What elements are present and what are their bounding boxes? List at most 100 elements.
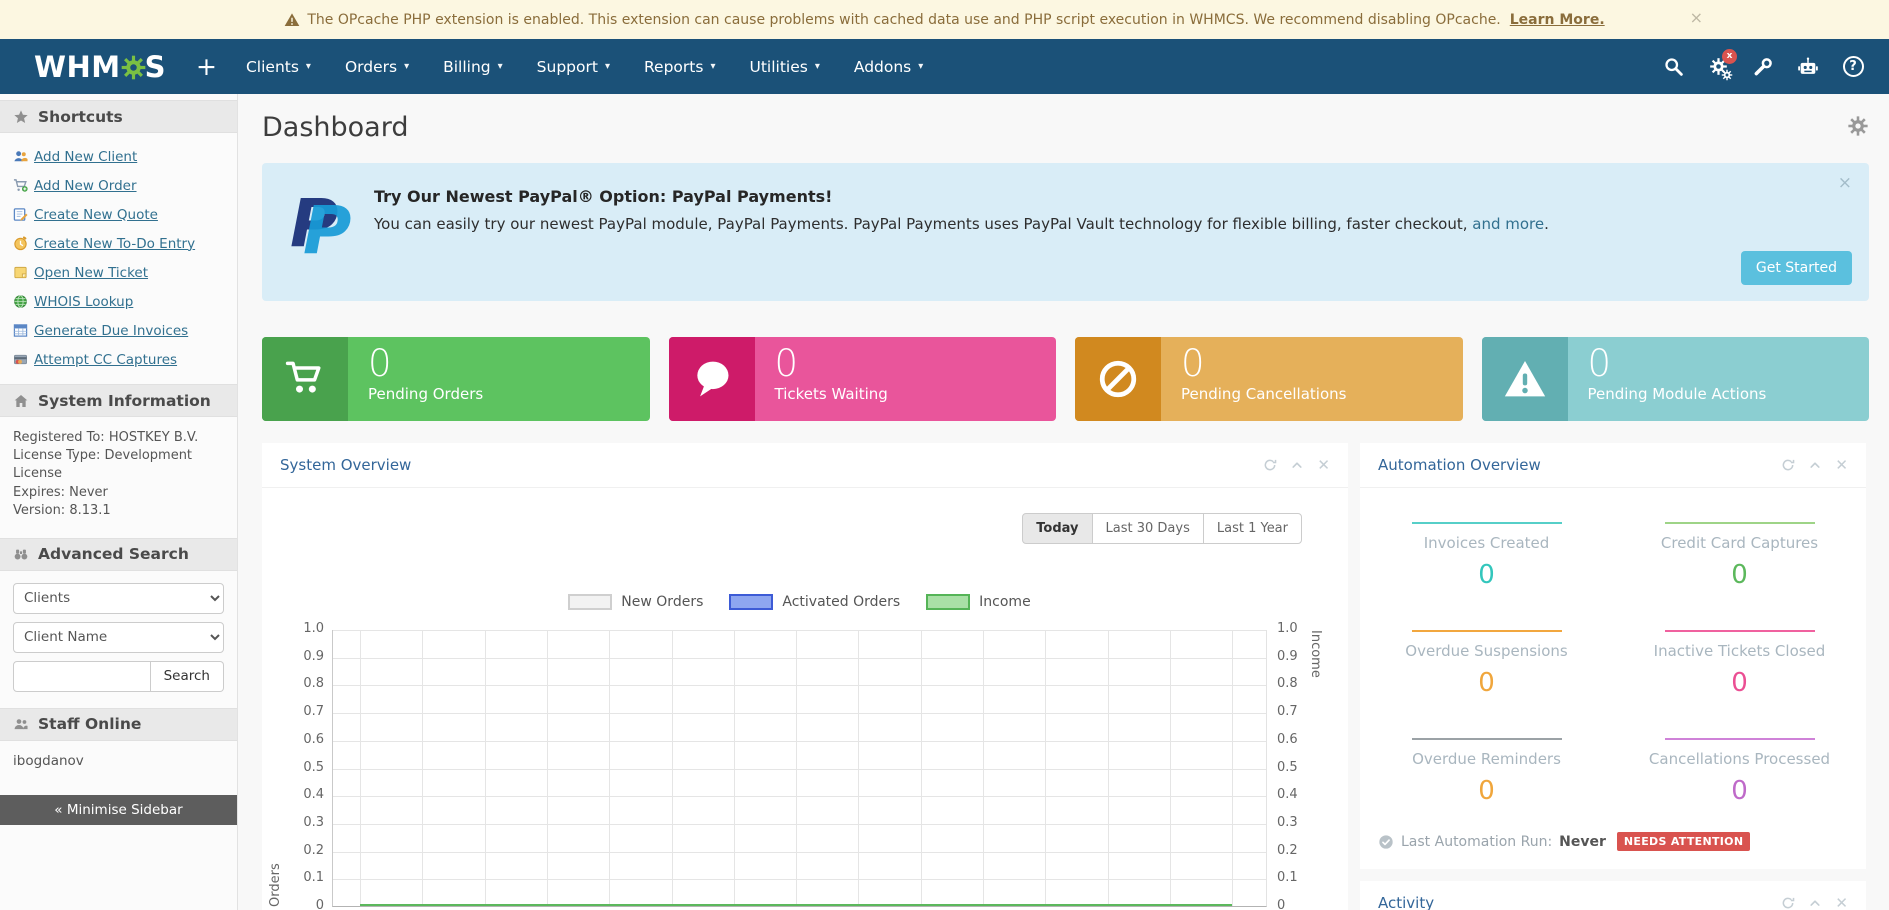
- y-axis-tick-left: 0.8: [282, 676, 324, 691]
- metric-divider: [1412, 738, 1562, 740]
- search-icon[interactable]: [1661, 55, 1685, 79]
- shortcut-add-new-client[interactable]: Add New Client: [13, 142, 224, 171]
- caret-down-icon: ▾: [605, 61, 610, 72]
- shortcut-attempt-cc-captures[interactable]: Attempt CC Captures: [13, 345, 224, 374]
- needs-attention-badge[interactable]: NEEDS ATTENTION: [1617, 832, 1750, 851]
- help-icon[interactable]: ?: [1841, 55, 1865, 79]
- system-overview-body: TodayLast 30 DaysLast 1 Year New OrdersA…: [262, 488, 1348, 910]
- y-axis-tick-left: 0: [282, 898, 324, 910]
- close-icon[interactable]: ✕: [1835, 458, 1848, 473]
- shortcut-whois-lookup[interactable]: WHOIS Lookup: [13, 287, 224, 316]
- shortcuts-header: Shortcuts: [0, 100, 237, 133]
- wrench-icon[interactable]: [1751, 55, 1775, 79]
- shortcut-create-new-todo[interactable]: Create New To-Do Entry: [13, 229, 224, 258]
- search-field-select[interactable]: Client Name: [13, 622, 224, 653]
- close-icon[interactable]: ✕: [1317, 458, 1330, 473]
- menu-addons[interactable]: Addons▾: [837, 39, 940, 94]
- whmcs-logo[interactable]: WHM S: [34, 50, 166, 84]
- y-axis-tick-right: 0.3: [1277, 815, 1319, 830]
- paypal-banner-close-icon[interactable]: ×: [1838, 175, 1852, 192]
- refresh-icon[interactable]: [1263, 458, 1277, 472]
- chart-gridline: [333, 658, 1266, 659]
- stat-pending-cancellations[interactable]: 0 Pending Cancellations: [1075, 337, 1463, 421]
- chart-gridline: [333, 796, 1266, 797]
- advanced-search-body: Clients Client Name Search: [0, 571, 237, 702]
- menu-billing[interactable]: Billing▾: [426, 39, 520, 94]
- y-axis-tick-right: 0.6: [1277, 732, 1319, 747]
- collapse-icon[interactable]: [1808, 458, 1822, 472]
- metric-divider: [1412, 630, 1562, 632]
- legend-swatch-icon: [729, 594, 773, 610]
- menu-utilities[interactable]: Utilities▾: [732, 39, 836, 94]
- y-axis-tick-right: 0.8: [1277, 676, 1319, 691]
- whmcs-admin-screen: The OPcache PHP extension is enabled. Th…: [0, 0, 1889, 910]
- metric-inactive-tickets-closed: Inactive Tickets Closed 0: [1615, 630, 1865, 698]
- range-button-last-1-year[interactable]: Last 1 Year: [1203, 513, 1302, 544]
- menu-orders[interactable]: Orders▾: [328, 39, 426, 94]
- banner-close-icon[interactable]: ×: [1690, 10, 1703, 26]
- chart-gridline: [672, 630, 673, 906]
- y-axis-tick-right: 0.2: [1277, 843, 1319, 858]
- automation-robot-icon[interactable]: [1796, 55, 1820, 79]
- main-menu: Clients▾ Orders▾ Billing▾ Support▾ Repor…: [229, 39, 940, 94]
- whmcs-version: Version: 8.13.1: [13, 502, 224, 520]
- whois-lookup-icon: [13, 294, 28, 309]
- advanced-search-input[interactable]: [13, 661, 151, 692]
- metric-divider: [1412, 522, 1562, 524]
- range-button-last-30-days[interactable]: Last 30 Days: [1092, 513, 1204, 544]
- metric-divider: [1665, 630, 1815, 632]
- collapse-icon[interactable]: [1808, 896, 1822, 910]
- system-settings-gears-icon[interactable]: x: [1706, 55, 1730, 79]
- shortcut-open-new-ticket[interactable]: Open New Ticket: [13, 258, 224, 287]
- chart-gridline: [858, 630, 859, 906]
- quick-add-button[interactable]: +: [196, 54, 217, 79]
- close-icon[interactable]: ✕: [1835, 896, 1848, 910]
- collapse-icon[interactable]: [1290, 458, 1304, 472]
- caret-down-icon: ▾: [404, 61, 409, 72]
- stat-pending-module-actions[interactable]: 0 Pending Module Actions: [1482, 337, 1870, 421]
- home-icon: [13, 393, 29, 409]
- chart-gridline: [333, 879, 1266, 880]
- top-navbar: WHM S + Clients▾ Orders▾ Billing▾ Suppor…: [0, 39, 1889, 94]
- opcache-warning-banner: The OPcache PHP extension is enabled. Th…: [0, 0, 1889, 39]
- add-new-order-icon: [13, 178, 28, 193]
- paypal-logo: PP: [290, 185, 360, 275]
- paypal-banner-title: Try Our Newest PayPal® Option: PayPal Pa…: [374, 187, 1849, 206]
- y-axis-tick-left: 0.2: [282, 843, 324, 858]
- refresh-icon[interactable]: [1781, 896, 1795, 910]
- shortcut-create-new-quote[interactable]: Create New Quote: [13, 200, 224, 229]
- activity-title: Activity: [1378, 894, 1434, 910]
- search-type-select[interactable]: Clients: [13, 583, 224, 614]
- comment-icon: [669, 337, 755, 421]
- menu-support[interactable]: Support▾: [520, 39, 627, 94]
- stat-label: Pending Module Actions: [1588, 385, 1767, 403]
- chart-gridline: [1232, 630, 1233, 906]
- menu-reports[interactable]: Reports▾: [627, 39, 733, 94]
- shortcut-generate-due-invoices[interactable]: Generate Due Invoices: [13, 316, 224, 345]
- star-icon: [13, 109, 29, 125]
- y-axis-tick-left: 0.4: [282, 787, 324, 802]
- stat-pending-orders[interactable]: 0 Pending Orders: [262, 337, 650, 421]
- and-more-link[interactable]: and more: [1472, 215, 1544, 233]
- learn-more-link[interactable]: Learn More.: [1510, 12, 1605, 28]
- add-new-client-icon: [13, 149, 28, 164]
- registered-to: Registered To: HOSTKEY B.V.: [13, 429, 224, 447]
- minimise-sidebar-button[interactable]: « Minimise Sidebar: [0, 795, 237, 825]
- refresh-icon[interactable]: [1781, 458, 1795, 472]
- chart-gridline: [1170, 630, 1171, 906]
- cart-icon: [262, 337, 348, 421]
- paypal-banner-body: You can easily try our newest PayPal mod…: [374, 215, 1849, 233]
- banner-text: The OPcache PHP extension is enabled. Th…: [307, 12, 1500, 28]
- advanced-search-button[interactable]: Search: [151, 661, 224, 692]
- automation-overview-panel: Automation Overview ✕ Invoices Created: [1360, 443, 1866, 869]
- dashboard-settings-gear-icon[interactable]: [1847, 115, 1869, 141]
- range-button-today[interactable]: Today: [1022, 513, 1092, 544]
- y-axis-tick-right: 0.7: [1277, 704, 1319, 719]
- shortcut-add-new-order[interactable]: Add New Order: [13, 171, 224, 200]
- get-started-button[interactable]: Get Started: [1741, 251, 1852, 285]
- chart-gridline: [333, 685, 1266, 686]
- page-title: Dashboard: [262, 112, 408, 143]
- stat-tickets-waiting[interactable]: 0 Tickets Waiting: [669, 337, 1057, 421]
- metric-cancellations-processed: Cancellations Processed 0: [1615, 738, 1865, 806]
- menu-clients[interactable]: Clients▾: [229, 39, 328, 94]
